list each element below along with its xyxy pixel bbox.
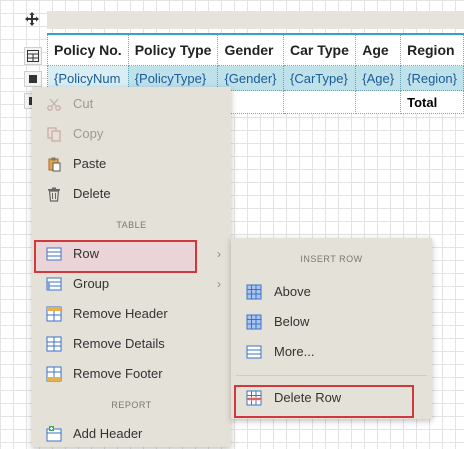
menu-item-add-header[interactable]: Add Header [32,419,231,449]
menu-item-label: Copy [73,126,104,141]
submenu-divider [236,375,427,376]
insert-above-icon [246,284,262,300]
menu-item-row[interactable]: Row › [32,239,231,269]
header-cell[interactable]: Policy No. [47,33,129,66]
detail-row-handle-icon[interactable] [24,71,42,87]
chevron-right-icon: › [217,247,221,261]
header-cell[interactable]: Age [355,33,402,66]
copy-icon [47,127,61,142]
submenu-item-above[interactable]: Above [231,277,432,307]
menu-item-group[interactable]: Group › [32,269,231,299]
scissors-icon [47,98,61,111]
header-cell[interactable]: Region [400,33,464,66]
context-menu: Cut Copy Paste Delete TABLE Row › Group … [32,87,231,447]
remove-header-icon [46,306,62,322]
menu-item-cut[interactable]: Cut [32,89,231,119]
submenu-item-delete-row[interactable]: Delete Row [231,383,432,413]
chevron-right-icon: › [217,277,221,291]
section-label-report: REPORT [111,400,152,410]
move-handle-icon[interactable] [22,9,42,29]
menu-item-paste[interactable]: Paste [32,149,231,179]
footer-cell[interactable] [355,90,402,114]
add-header-icon [46,426,62,442]
menu-item-label: Delete [73,186,111,201]
header-cell[interactable]: Policy Type [127,33,219,66]
menu-item-label: Row [73,246,100,261]
header-cell[interactable]: Car Type [282,33,357,66]
delete-row-icon [246,390,262,406]
section-label-table: TABLE [116,220,147,230]
remove-details-icon [46,336,62,352]
menu-item-remove-details[interactable]: Remove Details [32,329,231,359]
detail-cell[interactable]: {CarType} [282,65,357,91]
table-select-icon[interactable] [24,47,42,65]
table-column-bar[interactable] [47,11,464,29]
paste-icon [48,157,61,172]
footer-cell[interactable] [282,90,357,114]
detail-cell[interactable]: {Age} [355,65,402,91]
trash-icon [48,187,60,202]
menu-item-delete[interactable]: Delete [32,179,231,209]
group-icon [46,277,62,291]
menu-item-label: Cut [73,96,94,111]
remove-footer-icon [46,366,62,382]
menu-item-remove-footer[interactable]: Remove Footer [32,359,231,389]
submenu-item-label: Above [274,284,311,299]
menu-item-label: Remove Footer [73,366,163,381]
table-header-row[interactable]: Policy No. Policy Type Gender Car Type A… [47,33,464,66]
submenu-item-below[interactable]: Below [231,307,432,337]
menu-item-label: Group [73,276,110,291]
menu-item-label: Remove Header [73,306,168,321]
insert-below-icon [246,314,262,330]
rows-icon [246,345,262,359]
menu-item-label: Add Header [73,426,143,441]
submenu-item-label: More... [274,344,315,359]
submenu-item-more[interactable]: More... [231,337,432,367]
menu-item-label: Remove Details [73,336,165,351]
rows-icon [46,247,62,261]
header-cell[interactable]: Gender [217,33,284,66]
submenu-section-insert-row: INSERT ROW [300,254,363,264]
menu-item-remove-header[interactable]: Remove Header [32,299,231,329]
row-submenu: INSERT ROW Above Below More... Delete Ro… [231,238,432,419]
submenu-item-label: Delete Row [274,390,342,405]
footer-total-cell[interactable]: Total [400,90,464,114]
menu-item-copy[interactable]: Copy [32,119,231,149]
menu-item-label: Paste [73,156,107,171]
submenu-item-label: Below [274,314,310,329]
detail-cell[interactable]: {Region} [400,65,464,91]
